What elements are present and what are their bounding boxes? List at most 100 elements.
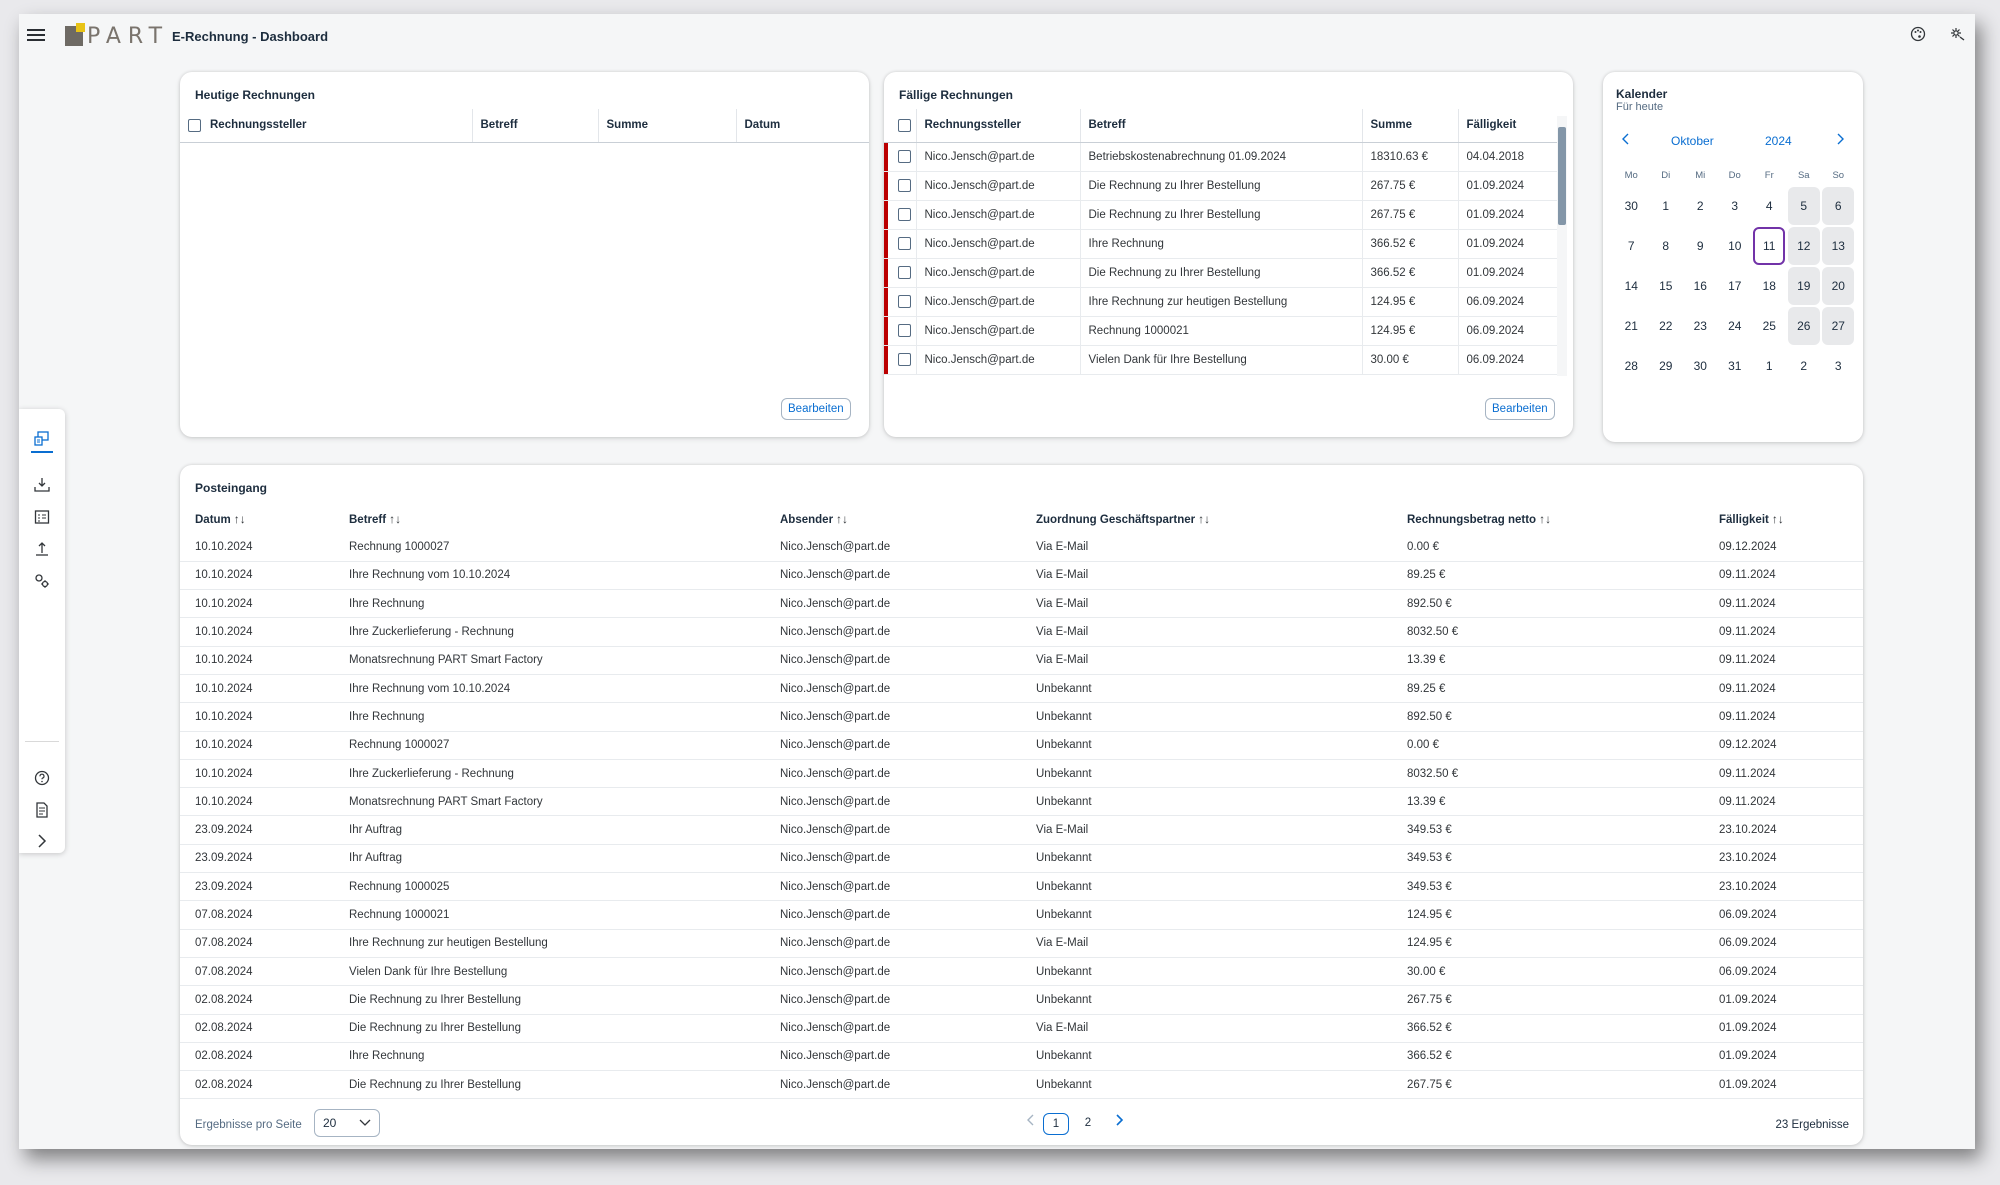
table-row[interactable]: Nico.Jensch@part.de Betriebskostenabrechn…	[884, 142, 1557, 172]
column-header[interactable]: Rechnungssteller	[202, 109, 472, 143]
calendar-day[interactable]: 16	[1684, 267, 1716, 305]
calendar-day[interactable]: 30	[1684, 347, 1716, 385]
row-checkbox[interactable]	[898, 237, 911, 250]
column-header[interactable]: Zuordnung Geschäftspartner ↑↓	[1021, 505, 1392, 533]
table-row[interactable]: 02.08.2024 Die Rechnung zu Ihrer Bestellu…	[180, 985, 1863, 1015]
year-button[interactable]: 2024	[1765, 134, 1792, 148]
table-row[interactable]: 02.08.2024 Die Rechnung zu Ihrer Bestellu…	[180, 1070, 1863, 1100]
menu-icon[interactable]	[27, 26, 45, 42]
calendar-day[interactable]: 3	[1719, 187, 1751, 225]
calendar-day[interactable]: 3	[1822, 347, 1854, 385]
calendar-day[interactable]: 4	[1753, 187, 1785, 225]
table-row[interactable]: 10.10.2024 Rechnung 1000027 Nico.Jensch@pa…	[180, 731, 1863, 760]
column-header[interactable]: Datum ↑↓	[180, 505, 334, 533]
calendar-day[interactable]: 27	[1822, 307, 1855, 345]
table-row[interactable]: 10.10.2024 Ihre Zuckerlieferung - Rechnun…	[180, 759, 1863, 789]
calendar-day[interactable]: 8	[1650, 227, 1682, 265]
table-row[interactable]: 10.10.2024 Ihre Rechnung vom 10.10.2024 Ni…	[180, 674, 1863, 704]
table-row[interactable]: 10.10.2024 Rechnung 1000027 Nico.Jensch@pa…	[180, 533, 1863, 562]
edit-button[interactable]: Bearbeiten	[1485, 398, 1555, 420]
select-all-checkbox[interactable]	[898, 118, 911, 132]
calendar-day[interactable]: 2	[1788, 347, 1820, 385]
column-header[interactable]: Summe	[597, 109, 736, 143]
row-checkbox[interactable]	[898, 150, 911, 163]
upload-icon[interactable]	[31, 541, 53, 563]
column-header[interactable]: Rechnungssteller	[915, 109, 1080, 143]
calendar-day[interactable]: 5	[1787, 187, 1820, 225]
partner-settings-icon[interactable]	[31, 573, 53, 595]
sort-icon[interactable]: ↑↓	[1772, 512, 1784, 526]
previous-page-icon[interactable]	[1018, 1113, 1044, 1135]
row-checkbox[interactable]	[898, 208, 911, 221]
column-header[interactable]: Summe	[1361, 109, 1458, 143]
table-row[interactable]: 10.10.2024 Monatsrechnung PART Smart Fact…	[180, 646, 1863, 675]
calendar-day[interactable]: 28	[1615, 347, 1647, 385]
table-row[interactable]: 02.08.2024 Ihre Rechnung Nico.Jensch@part.…	[180, 1042, 1863, 1072]
calendar-day[interactable]: 13	[1822, 227, 1855, 265]
calendar-day[interactable]: 29	[1650, 347, 1682, 385]
calendar-day[interactable]: 12	[1787, 227, 1820, 265]
calendar-day[interactable]: 23	[1684, 307, 1716, 345]
month-button[interactable]: Oktober	[1671, 134, 1714, 148]
column-header[interactable]: Datum	[735, 109, 869, 143]
column-header[interactable]: Betreff ↑↓	[334, 505, 765, 533]
palette-icon[interactable]	[1908, 26, 1928, 46]
calendar-day[interactable]: 1	[1753, 347, 1785, 385]
calendar-day[interactable]: 20	[1822, 267, 1855, 305]
scrollbar-thumb[interactable]	[1558, 127, 1566, 225]
table-row[interactable]: Nico.Jensch@part.de Ihre Rechnung 366.52 €…	[884, 229, 1557, 259]
expand-icon[interactable]	[31, 833, 53, 855]
page-1-button[interactable]: 1	[1043, 1113, 1069, 1135]
calendar-day[interactable]: 24	[1719, 307, 1751, 345]
row-checkbox[interactable]	[898, 179, 911, 192]
table-row[interactable]: 23.09.2024 Rechnung 1000025 Nico.Jensch@pa…	[180, 872, 1863, 902]
calendar-day[interactable]: 18	[1753, 267, 1785, 305]
column-header[interactable]: Absender ↑↓	[765, 505, 1021, 533]
table-row[interactable]: 23.09.2024 Ihr Auftrag Nico.Jensch@part.de…	[180, 815, 1863, 845]
calendar-day[interactable]: 26	[1787, 307, 1820, 345]
column-header[interactable]: Fälligkeit	[1457, 109, 1557, 143]
table-row[interactable]: 10.10.2024 Ihre Rechnung vom 10.10.2024 Ni…	[180, 561, 1863, 591]
scrollbar[interactable]	[1557, 116, 1567, 376]
calendar-day[interactable]: 31	[1719, 347, 1751, 385]
table-row[interactable]: Nico.Jensch@part.de Rechnung 1000021 124.9…	[884, 316, 1557, 346]
table-row[interactable]: 10.10.2024 Ihre Rechnung Nico.Jensch@part.…	[180, 702, 1863, 732]
table-row[interactable]: Nico.Jensch@part.de Die Rechnung zu Ihrer…	[884, 258, 1557, 288]
sort-icon[interactable]: ↑↓	[1539, 512, 1551, 526]
row-checkbox[interactable]	[898, 324, 911, 337]
sort-icon[interactable]: ↑↓	[836, 512, 848, 526]
calendar-day[interactable]: 19	[1787, 267, 1820, 305]
column-header[interactable]: Fälligkeit ↑↓	[1704, 505, 1863, 533]
calendar-day[interactable]: 25	[1753, 307, 1785, 345]
table-row[interactable]: 10.10.2024 Ihre Rechnung Nico.Jensch@part.…	[180, 589, 1863, 619]
invoice-list-icon[interactable]	[31, 509, 53, 531]
select-all-checkbox[interactable]	[188, 118, 201, 132]
per-page-select[interactable]: 20	[314, 1109, 380, 1137]
row-checkbox[interactable]	[898, 266, 911, 279]
sort-icon[interactable]: ↑↓	[234, 512, 246, 526]
document-icon[interactable]	[31, 802, 53, 824]
calendar-day[interactable]: 2	[1684, 187, 1716, 225]
table-row[interactable]: Nico.Jensch@part.de Die Rechnung zu Ihrer…	[884, 171, 1557, 201]
table-row[interactable]: 10.10.2024 Ihre Zuckerlieferung - Rechnun…	[180, 617, 1863, 647]
row-checkbox[interactable]	[898, 295, 911, 308]
table-row[interactable]: 10.10.2024 Monatsrechnung PART Smart Fact…	[180, 787, 1863, 817]
calendar-day[interactable]: 7	[1615, 227, 1647, 265]
calendar-day-today[interactable]: 11	[1753, 227, 1786, 265]
settings-icon[interactable]	[1948, 26, 1968, 46]
calendar-day[interactable]: 6	[1822, 187, 1855, 225]
inbox-download-icon[interactable]	[31, 477, 53, 499]
row-checkbox[interactable]	[898, 353, 911, 366]
calendar-day[interactable]: 21	[1615, 307, 1647, 345]
calendar-day[interactable]: 22	[1650, 307, 1682, 345]
table-row[interactable]: Nico.Jensch@part.de Ihre Rechnung zur heu…	[884, 287, 1557, 317]
table-row[interactable]: 02.08.2024 Die Rechnung zu Ihrer Bestellu…	[180, 1014, 1863, 1043]
table-row[interactable]: Nico.Jensch@part.de Die Rechnung zu Ihrer…	[884, 200, 1557, 230]
sort-icon[interactable]: ↑↓	[389, 512, 401, 526]
page-2-button[interactable]: 2	[1075, 1113, 1101, 1135]
table-row[interactable]: 07.08.2024 Vielen Dank für Ihre Bestellun…	[180, 957, 1863, 987]
previous-month-icon[interactable]	[1621, 133, 1631, 148]
calendar-day[interactable]: 30	[1615, 187, 1647, 225]
calendar-day[interactable]: 9	[1684, 227, 1716, 265]
next-month-icon[interactable]	[1835, 133, 1845, 148]
